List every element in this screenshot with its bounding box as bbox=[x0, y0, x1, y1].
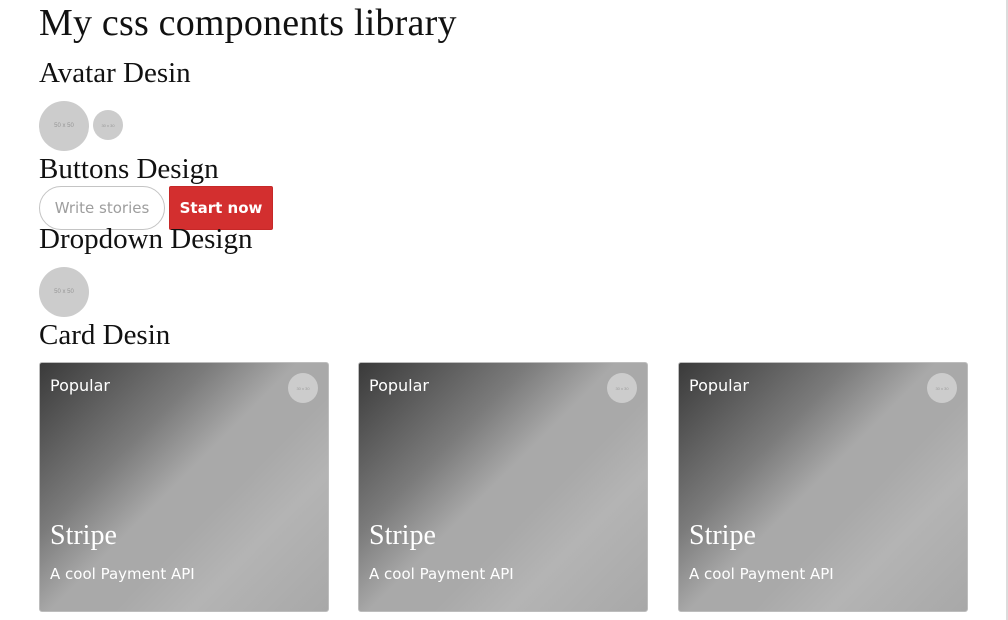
card-avatar: 30 x 30 bbox=[927, 373, 957, 403]
card-description: A cool Payment API bbox=[689, 565, 834, 583]
avatar-small-label: 30 x 30 bbox=[101, 122, 115, 128]
card-avatar: 30 x 30 bbox=[288, 373, 318, 403]
section-title-avatar: Avatar Desin bbox=[39, 57, 191, 89]
card-tag: Popular bbox=[50, 376, 110, 395]
section-title-buttons: Buttons Design bbox=[39, 153, 219, 185]
card-tag: Popular bbox=[689, 376, 749, 395]
card[interactable]: Popular 30 x 30 Stripe A cool Payment AP… bbox=[678, 362, 968, 612]
card[interactable]: Popular 30 x 30 Stripe A cool Payment AP… bbox=[39, 362, 329, 612]
avatar-large: 50 x 50 bbox=[39, 101, 89, 151]
card-description: A cool Payment API bbox=[369, 565, 514, 583]
card-title: Stripe bbox=[689, 520, 756, 551]
card-avatar-label: 30 x 30 bbox=[296, 385, 310, 391]
avatar-small: 30 x 30 bbox=[93, 110, 123, 140]
page-title: My css components library bbox=[39, 2, 457, 44]
card-description: A cool Payment API bbox=[50, 565, 195, 583]
dropdown-avatar-trigger[interactable]: 50 x 50 bbox=[39, 267, 89, 317]
card-title: Stripe bbox=[50, 520, 117, 551]
section-title-card: Card Desin bbox=[39, 319, 171, 351]
dropdown-avatar-label: 50 x 50 bbox=[54, 289, 74, 295]
avatar-large-label: 50 x 50 bbox=[54, 123, 74, 129]
card-title: Stripe bbox=[369, 520, 436, 551]
card[interactable]: Popular 30 x 30 Stripe A cool Payment AP… bbox=[358, 362, 648, 612]
card-avatar: 30 x 30 bbox=[607, 373, 637, 403]
card-tag: Popular bbox=[369, 376, 429, 395]
section-title-dropdown: Dropdown Design bbox=[39, 223, 253, 255]
card-avatar-label: 30 x 30 bbox=[615, 385, 629, 391]
card-avatar-label: 30 x 30 bbox=[935, 385, 949, 391]
